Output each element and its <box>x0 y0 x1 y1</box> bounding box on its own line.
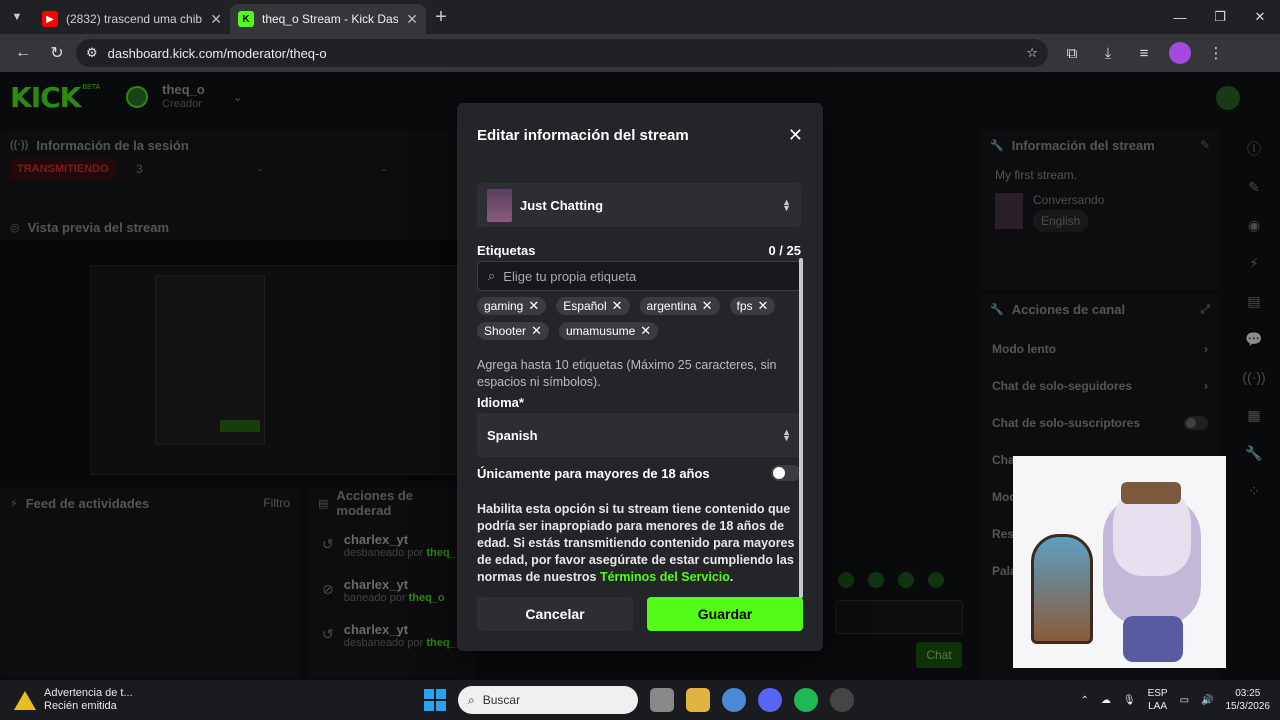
notification-widget[interactable]: Advertencia de t... Recién emitida <box>0 687 240 713</box>
close-window-icon[interactable]: ✕ <box>1240 0 1280 34</box>
select-arrows-icon: ▲ ▼ <box>782 197 791 213</box>
jukebox-image <box>1031 534 1093 644</box>
modal-body: Just Chatting ▲ ▼ Etiquetas 0 / 25 ⌕ Elig… <box>477 167 801 587</box>
tag-label: umamusume <box>565 324 636 338</box>
notification-title: Advertencia de t... <box>44 687 133 699</box>
category-select[interactable]: Just Chatting ▲ ▼ <box>477 183 801 227</box>
browser-tabbar: ▼ ▶ (2832) trascend uma chibi danc ✕ K t… <box>0 0 1280 34</box>
taskbar-search[interactable]: ⌕ Buscar <box>458 686 638 714</box>
cancel-button[interactable]: Cancelar <box>477 597 633 631</box>
close-icon[interactable]: ✕ <box>788 125 803 146</box>
new-tab-button[interactable]: + <box>426 6 456 29</box>
language-value: Spanish <box>487 427 538 443</box>
notification-subtitle: Recién emitida <box>44 700 117 712</box>
language-label: Idioma* <box>477 395 524 410</box>
youtube-icon: ▶ <box>42 11 58 27</box>
tag-chip: gaming ✕ <box>477 297 547 315</box>
save-button[interactable]: Guardar <box>647 597 803 631</box>
download-icon[interactable]: ⤓ <box>1094 39 1122 67</box>
tag-chip: argentina ✕ <box>639 297 720 315</box>
kick-icon: K <box>238 11 254 27</box>
remove-tag-icon[interactable]: ✕ <box>640 323 651 339</box>
chibi-body <box>1123 616 1183 662</box>
tag-search-input[interactable]: ⌕ Elige tu propia etiqueta <box>477 261 801 291</box>
reload-icon[interactable]: ↻ <box>42 38 72 68</box>
chrome-icon[interactable] <box>722 688 746 712</box>
search-placeholder: Buscar <box>482 693 521 707</box>
obs-icon[interactable] <box>830 688 854 712</box>
tag-chip: Shooter ✕ <box>477 322 549 340</box>
remove-tag-icon[interactable]: ✕ <box>612 298 623 314</box>
tab-search-icon[interactable]: ▼ <box>0 0 34 34</box>
url-text: dashboard.kick.com/moderator/theq-o <box>107 45 327 61</box>
tab-title: theq_o Stream - Kick Dashboar <box>262 12 399 26</box>
microphone-icon[interactable]: 🎙 <box>1123 695 1136 706</box>
tags-counter: 0 / 25 <box>768 243 801 258</box>
tab-youtube[interactable]: ▶ (2832) trascend uma chibi danc ✕ <box>34 4 230 34</box>
remove-tag-icon[interactable]: ✕ <box>528 298 539 314</box>
input-language[interactable]: ESP LAA <box>1148 687 1168 713</box>
tag-label: fps <box>736 299 753 313</box>
tab-title: (2832) trascend uma chibi danc <box>66 12 203 26</box>
url-field[interactable]: ⚙ dashboard.kick.com/moderator/theq-o ☆ <box>76 39 1048 67</box>
overlay-video <box>1013 456 1226 668</box>
remove-tag-icon[interactable]: ✕ <box>531 323 542 339</box>
clock[interactable]: 03:25 15/3/2026 <box>1226 687 1271 713</box>
media-control-icon[interactable]: ≡ <box>1130 39 1158 67</box>
spotify-icon[interactable] <box>794 688 818 712</box>
maximize-icon[interactable]: ❐ <box>1200 0 1240 34</box>
search-icon: ⌕ <box>488 268 496 283</box>
onedrive-icon[interactable]: ☁ <box>1101 695 1111 706</box>
site-info-icon[interactable]: ⚙ <box>86 45 98 61</box>
category-thumbnail <box>487 188 512 222</box>
file-explorer-icon[interactable] <box>686 688 710 712</box>
search-icon: ⌕ <box>468 692 475 707</box>
remove-tag-icon[interactable]: ✕ <box>702 298 713 314</box>
warning-icon <box>14 690 36 710</box>
bookmark-star-icon[interactable]: ☆ <box>1026 45 1038 61</box>
adult-content-row: Únicamente para mayores de 18 años <box>477 465 801 481</box>
tag-list: gaming ✕ Español ✕ argentina ✕ fps ✕ Shooter… <box>477 297 801 340</box>
tab-kick-dashboard[interactable]: K theq_o Stream - Kick Dashboar ✕ <box>230 4 426 34</box>
tags-helper-text: Agrega hasta 10 etiquetas (Máximo 25 car… <box>477 358 777 389</box>
tag-label: Español <box>563 299 607 313</box>
modal-scrollbar[interactable] <box>799 258 803 598</box>
system-tray: ⌃ ☁ 🎙 ESP LAA ▭ 🔊 03:25 15/3/2026 <box>1080 680 1270 720</box>
profile-avatar[interactable] <box>1166 39 1194 67</box>
task-view-icon[interactable] <box>650 688 674 712</box>
remove-tag-icon[interactable]: ✕ <box>758 298 769 314</box>
adult-content-description: Habilita esta opción si tu stream tiene … <box>477 502 795 584</box>
tags-label: Etiquetas <box>477 243 536 258</box>
tag-label: argentina <box>646 299 697 313</box>
address-bar: ← → ↻ ⚙ dashboard.kick.com/moderator/the… <box>0 34 1280 714</box>
tag-label: gaming <box>484 299 524 313</box>
adult-content-toggle[interactable] <box>771 465 801 481</box>
discord-icon[interactable] <box>758 688 782 712</box>
menu-icon[interactable]: ⋮ <box>1202 39 1230 67</box>
back-icon[interactable]: ← <box>8 38 38 68</box>
tag-label: Shooter <box>484 324 527 338</box>
windows-taskbar: Advertencia de t... Recién emitida ⌕ Bus… <box>0 680 1280 720</box>
chevron-up-icon[interactable]: ⌃ <box>1080 695 1088 706</box>
edit-stream-modal: Editar información del stream ✕ Just Cha… <box>457 103 823 651</box>
tag-chip: fps ✕ <box>729 297 776 315</box>
windows-start-icon[interactable] <box>424 689 446 711</box>
terms-link[interactable]: Términos del Servicio <box>600 570 730 584</box>
tag-chip: Español ✕ <box>556 297 630 315</box>
close-tab-icon[interactable]: ✕ <box>210 11 222 28</box>
select-arrows-icon: ▲ ▼ <box>782 427 791 443</box>
category-value: Just Chatting <box>520 197 604 213</box>
modal-title: Editar información del stream <box>477 126 689 144</box>
tag-input-placeholder: Elige tu propia etiqueta <box>503 268 637 284</box>
adult-content-label: Únicamente para mayores de 18 años <box>477 465 710 481</box>
network-icon[interactable]: ▭ <box>1180 695 1189 706</box>
close-tab-icon[interactable]: ✕ <box>406 11 418 28</box>
chibi-hat <box>1121 482 1181 504</box>
language-select[interactable]: Spanish ▲ ▼ <box>477 413 801 457</box>
extensions-icon[interactable]: ⧉ <box>1058 39 1086 67</box>
volume-icon[interactable]: 🔊 <box>1201 695 1213 706</box>
tag-chip: umamusume ✕ <box>558 322 659 340</box>
minimize-icon[interactable]: — <box>1160 0 1200 34</box>
